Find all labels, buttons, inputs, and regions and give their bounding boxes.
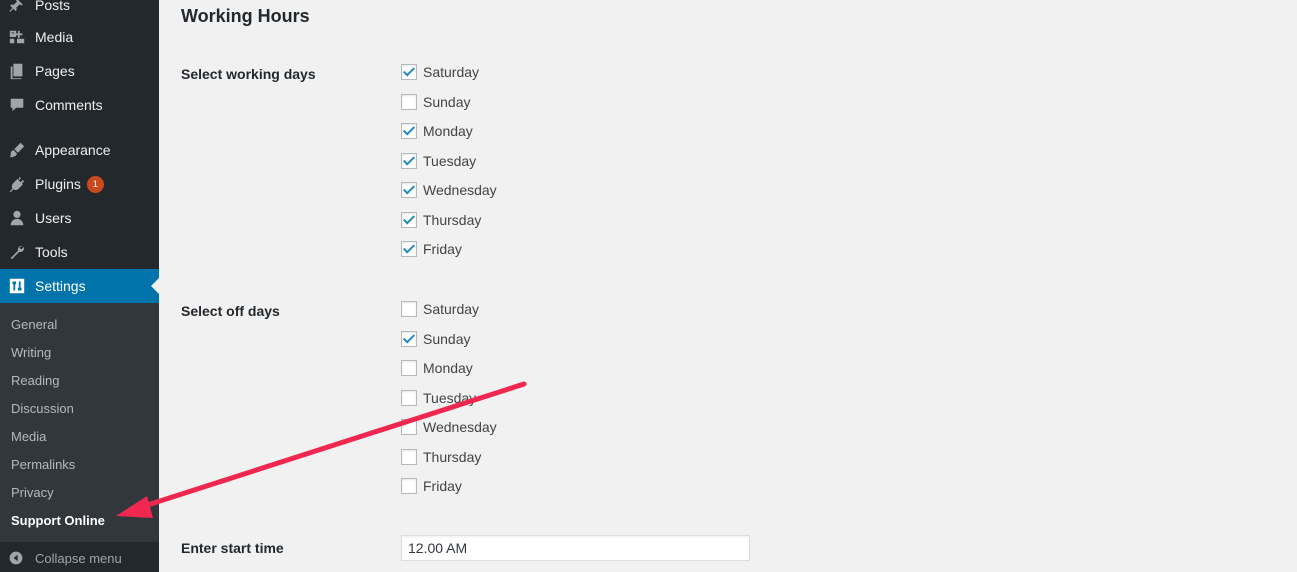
menu-label: Appearance	[35, 142, 111, 158]
checkbox[interactable]	[401, 449, 417, 465]
working-day-sunday[interactable]: Sunday	[401, 93, 470, 111]
start-time-input[interactable]	[401, 535, 750, 561]
menu-label: Pages	[35, 63, 75, 79]
start-time-label: Enter start time	[181, 540, 284, 556]
menu-label: Comments	[35, 97, 103, 113]
checkbox[interactable]	[401, 182, 417, 198]
collapse-arrow-icon	[8, 550, 26, 568]
menu-item-users[interactable]: Users	[0, 201, 159, 235]
settings-icon	[7, 276, 27, 296]
checkbox[interactable]	[401, 360, 417, 376]
off-day-monday[interactable]: Monday	[401, 359, 473, 377]
submenu-item-writing[interactable]: Writing	[11, 345, 51, 361]
submenu-item-privacy[interactable]: Privacy	[11, 485, 54, 501]
checkbox[interactable]	[401, 390, 417, 406]
menu-item-media[interactable]: Media	[0, 20, 159, 54]
working-day-saturday[interactable]: Saturday	[401, 63, 479, 81]
settings-submenu: General Writing Reading Discussion Media…	[0, 303, 159, 542]
submenu-item-permalinks[interactable]: Permalinks	[11, 457, 75, 473]
menu-item-appearance[interactable]: Appearance	[0, 133, 159, 167]
checkbox[interactable]	[401, 212, 417, 228]
menu-item-tools[interactable]: Tools	[0, 235, 159, 269]
checkbox[interactable]	[401, 64, 417, 80]
submenu-item-general[interactable]: General	[11, 317, 57, 333]
collapse-label: Collapse menu	[35, 551, 122, 566]
working-day-friday[interactable]: Friday	[401, 240, 462, 258]
menu-label: Tools	[35, 244, 68, 260]
wrench-icon	[7, 242, 27, 262]
working-days-label: Select working days	[181, 66, 316, 82]
off-days-label: Select off days	[181, 303, 280, 319]
working-day-thursday[interactable]: Thursday	[401, 211, 481, 229]
collapse-menu-button[interactable]: Collapse menu	[0, 545, 159, 572]
menu-label: Media	[35, 29, 74, 45]
off-day-saturday[interactable]: Saturday	[401, 300, 479, 318]
checkbox[interactable]	[401, 301, 417, 317]
pages-icon	[7, 61, 27, 81]
off-day-sunday[interactable]: Sunday	[401, 330, 470, 348]
update-count-badge: 1	[86, 175, 104, 193]
user-icon	[7, 208, 27, 228]
checkbox[interactable]	[401, 478, 417, 494]
off-day-thursday[interactable]: Thursday	[401, 448, 481, 466]
menu-label: Plugins	[35, 176, 81, 192]
checkbox[interactable]	[401, 331, 417, 347]
off-day-tuesday[interactable]: Tuesday	[401, 389, 476, 407]
menu-label: Users	[35, 210, 72, 226]
admin-sidebar: Posts Media Pages Comments Appearance Pl…	[0, 0, 159, 572]
menu-item-pages[interactable]: Pages	[0, 54, 159, 88]
working-day-monday[interactable]: Monday	[401, 122, 473, 140]
working-day-tuesday[interactable]: Tuesday	[401, 152, 476, 170]
plug-icon	[7, 174, 27, 194]
brush-icon	[7, 140, 27, 160]
pin-icon	[7, 0, 27, 15]
annotation-arrow	[116, 381, 527, 518]
menu-label: Settings	[35, 278, 86, 294]
submenu-item-support-online[interactable]: Support Online	[11, 513, 105, 529]
comments-icon	[7, 95, 27, 115]
checkbox[interactable]	[401, 94, 417, 110]
page-title: Working Hours	[181, 6, 310, 26]
working-day-wednesday[interactable]: Wednesday	[401, 181, 497, 199]
menu-item-posts[interactable]: Posts	[0, 0, 159, 22]
media-icon	[7, 27, 27, 47]
checkbox[interactable]	[401, 123, 417, 139]
submenu-item-reading[interactable]: Reading	[11, 373, 59, 389]
checkbox[interactable]	[401, 419, 417, 435]
submenu-item-media[interactable]: Media	[11, 429, 46, 445]
checkbox[interactable]	[401, 153, 417, 169]
menu-item-plugins[interactable]: Plugins 1	[0, 167, 159, 201]
active-menu-pointer	[151, 278, 159, 294]
menu-label: Posts	[35, 0, 71, 13]
menu-item-comments[interactable]: Comments	[0, 88, 159, 122]
checkbox[interactable]	[401, 241, 417, 257]
off-day-friday[interactable]: Friday	[401, 477, 462, 495]
off-day-wednesday[interactable]: Wednesday	[401, 418, 497, 436]
menu-item-settings[interactable]: Settings	[0, 269, 159, 303]
submenu-item-discussion[interactable]: Discussion	[11, 401, 74, 417]
